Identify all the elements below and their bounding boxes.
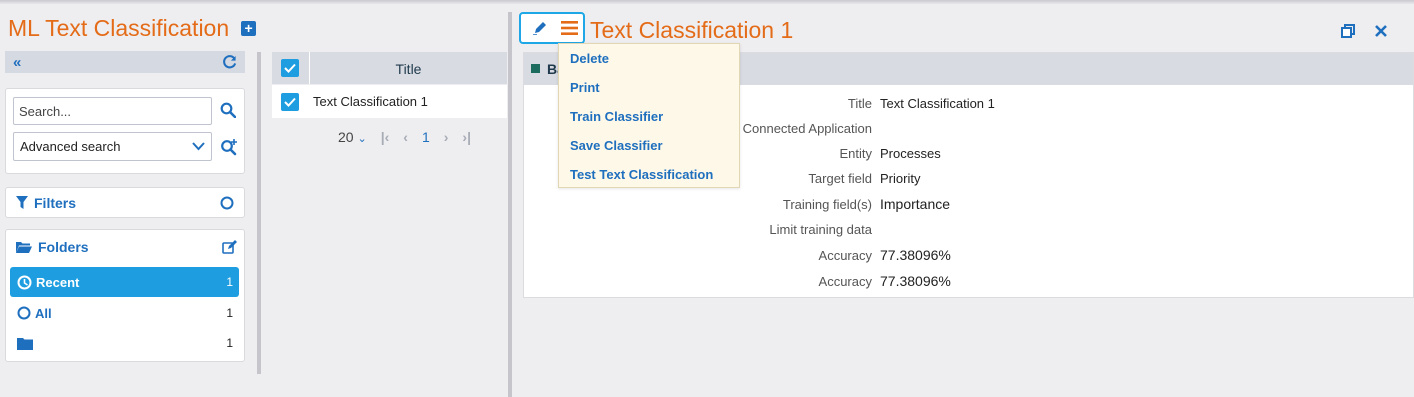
filter-icon [16,196,28,209]
folder-item-unnamed[interactable]: 1 [10,328,239,358]
panel-splitter[interactable] [257,52,261,374]
module-title: ML Text Classification [8,15,230,41]
advanced-search-icon[interactable] [220,138,238,156]
restore-window-icon[interactable] [1341,24,1355,38]
select-all-checkbox[interactable] [281,59,299,77]
close-icon[interactable] [1374,24,1388,38]
field-value: Importance [880,196,951,212]
field-row: Training field(s) Importance [524,194,1414,216]
page-number[interactable]: 1 [422,129,430,145]
hamburger-menu-icon[interactable] [561,21,578,35]
filters-label: Filters [34,194,77,211]
collapse-square-icon [531,64,540,73]
refresh-icon[interactable] [222,54,237,70]
search-panel: Advanced search [5,88,245,174]
folders-label: Folders [38,239,89,255]
folder-label: Recent [36,274,80,290]
folders-panel: Folders Recent 1 All 1 1 [5,229,245,362]
pencil-icon[interactable] [533,21,547,35]
circle-icon [17,306,31,320]
folder-count: 1 [226,306,233,320]
menu-item-delete[interactable]: Delete [570,51,609,66]
menu-item-save-classifier[interactable]: Save Classifier [570,138,663,153]
folders-header: Folders [16,239,238,255]
field-label: Target field [808,171,872,186]
edit-icon[interactable] [222,239,238,255]
folder-count: 1 [226,336,233,350]
field-value: Priority [880,171,921,186]
first-page-icon[interactable]: |‹ [381,129,390,145]
menu-item-print[interactable]: Print [570,80,600,95]
field-label: Training field(s) [782,197,872,212]
search-icon[interactable] [220,102,236,118]
field-label: Accuracy [818,248,872,263]
field-row: Limit training data [524,219,1414,241]
chevron-down-icon [192,142,205,151]
double-chevron-left-icon[interactable]: « [13,54,21,71]
field-label: Connected Application [742,121,872,136]
column-header-title[interactable]: Title [310,52,507,84]
table-row[interactable]: Text Classification 1 [272,85,507,118]
advanced-search-label: Advanced search [20,139,121,154]
list-panel: Title Text Classification 1 20 ⌄ |‹ ‹ 1 … [272,52,507,322]
row-title[interactable]: Text Classification 1 [313,94,428,109]
filters-panel[interactable]: Filters [5,187,245,218]
folder-label: All [35,305,52,321]
folder-item-all[interactable]: All 1 [10,298,239,328]
field-label: Limit training data [769,222,872,237]
pager: 20 ⌄ |‹ ‹ 1 › ›| [338,129,471,145]
search-input[interactable] [13,97,212,125]
row-checkbox[interactable] [281,93,299,111]
field-row: Accuracy 77.38096% [524,245,1414,267]
field-value: Text Classification 1 [880,96,995,111]
field-value: 77.38096% [880,273,951,289]
field-label: Title [847,96,872,111]
circle-icon[interactable] [220,196,234,210]
list-header: Title [272,52,507,84]
field-label: Entity [839,146,872,161]
folder-open-icon [16,241,32,253]
page-size-select[interactable]: 20 ⌄ [338,129,367,145]
next-page-icon[interactable]: › [444,129,449,145]
action-toolbar [519,12,585,44]
field-value: 77.38096% [880,247,951,263]
detail-title: Text Classification 1 [590,17,794,43]
menu-item-test-text-classification[interactable]: Test Text Classification [570,167,713,182]
menu-item-train-classifier[interactable]: Train Classifier [570,109,663,124]
nav-toolbar: « [5,51,245,73]
advanced-search-select[interactable]: Advanced search [13,132,212,161]
add-new-button[interactable]: + [241,21,257,36]
clock-icon [17,275,32,289]
field-value: Processes [880,146,941,161]
top-border [0,0,1414,4]
folder-count: 1 [226,275,233,289]
panel-splitter[interactable] [508,12,512,397]
folder-item-recent[interactable]: Recent 1 [10,267,239,297]
field-row: Accuracy 77.38096% [524,271,1414,293]
prev-page-icon[interactable]: ‹ [403,129,408,145]
field-label: Accuracy [818,274,872,289]
folder-icon [17,337,33,350]
module-header: ML Text Classification + [8,15,257,42]
last-page-icon[interactable]: ›| [462,129,471,145]
actions-dropdown-menu: Delete Print Train Classifier Save Class… [558,43,740,188]
